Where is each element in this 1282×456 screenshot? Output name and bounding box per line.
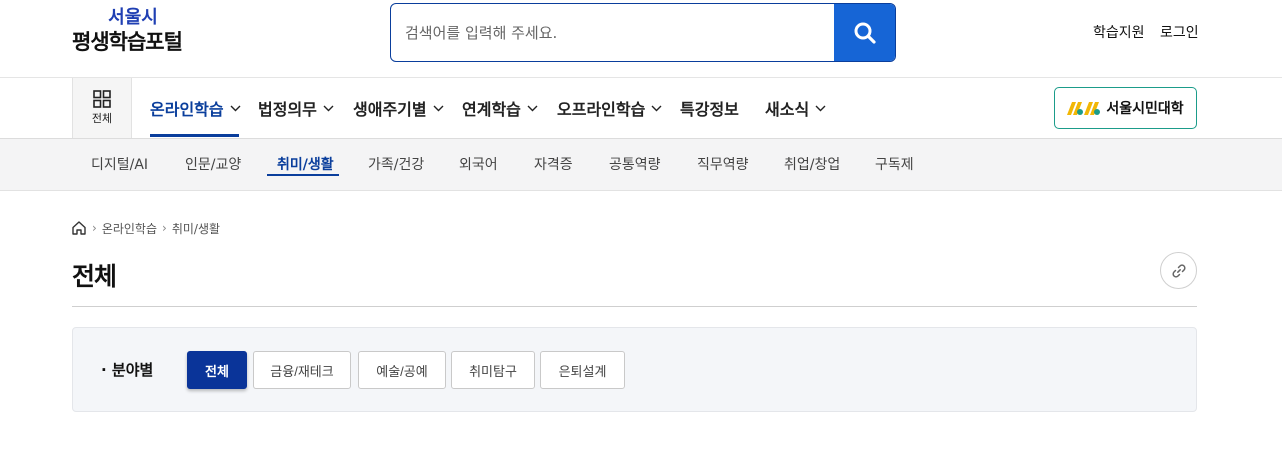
breadcrumb-item[interactable]: 온라인학습 — [102, 220, 157, 237]
subnav-item-common-competency[interactable]: 공통역량 — [609, 139, 661, 189]
all-menu-button[interactable]: 전체 — [72, 78, 132, 138]
subnav-item-hobby-life[interactable]: 취미/생활 — [277, 139, 334, 189]
chevron-down-icon — [651, 105, 662, 112]
university-logo-icon — [1067, 100, 1101, 116]
page-title: 전체 — [72, 262, 117, 291]
chevron-down-icon — [230, 105, 241, 112]
gnb-item-label: 법정의무 — [258, 100, 317, 119]
search-button[interactable] — [834, 4, 895, 61]
filter-chip-arts-crafts[interactable]: 예술/공예 — [358, 351, 446, 389]
chevron-down-icon — [323, 105, 334, 112]
subnav-item-job-competency[interactable]: 직무역량 — [697, 139, 749, 189]
breadcrumb-separator-icon: › — [92, 221, 97, 235]
gnb-item-offline-learning[interactable]: 오프라인학습 — [557, 78, 662, 138]
search-box — [390, 3, 896, 62]
login-link[interactable]: 로그인 — [1160, 22, 1199, 42]
home-icon[interactable] — [71, 220, 87, 236]
search-icon — [853, 21, 877, 45]
site-header: 서울시 평생학습포털 학습지원 로그인 — [0, 0, 1282, 78]
active-menu-underline — [150, 134, 239, 137]
title-divider — [72, 306, 1197, 307]
logo-bottom-text: 평생학습포털 — [72, 30, 183, 54]
filter-chip-finance[interactable]: 금융/재테크 — [253, 351, 351, 389]
breadcrumb-separator-icon: › — [162, 221, 167, 235]
site-logo[interactable]: 서울시 평생학습포털 — [72, 8, 194, 56]
gnb-item-legal-duty[interactable]: 법정의무 — [258, 78, 334, 138]
gnb-item-label: 새소식 — [765, 100, 810, 119]
all-menu-label: 전체 — [91, 112, 113, 125]
chevron-down-icon — [527, 105, 538, 112]
gnb-item-label: 오프라인학습 — [557, 100, 646, 119]
seoul-citizen-university-button[interactable]: 서울시민대학 — [1054, 87, 1197, 129]
chevron-down-icon — [815, 105, 826, 112]
gnb-item-online-learning[interactable]: 온라인학습 — [150, 78, 241, 138]
gnb-item-label: 생애주기별 — [353, 100, 427, 119]
gnb-item-life-cycle[interactable]: 생애주기별 — [353, 78, 444, 138]
main-navigation: 전체 온라인학습 법정의무 생애주기별 연계학습 오프라인학습 특강정보 새소식 — [0, 78, 1282, 139]
gnb-item-linked-learning[interactable]: 연계학습 — [462, 78, 538, 138]
filter-chip-retirement-planning[interactable]: 은퇴설계 — [540, 351, 625, 389]
subnav-item-family-health[interactable]: 가족/건강 — [368, 139, 424, 189]
gnb-item-label: 연계학습 — [462, 100, 521, 119]
university-button-label: 서울시민대학 — [1106, 101, 1184, 117]
gnb-item-news[interactable]: 새소식 — [765, 78, 826, 138]
breadcrumb: › 온라인학습 › 취미/생활 — [71, 218, 220, 238]
subnav-item-digital-ai[interactable]: 디지털/AI — [91, 139, 148, 189]
filter-chip-all[interactable]: 전체 — [187, 351, 247, 389]
grid-icon — [93, 90, 111, 108]
copy-link-button[interactable] — [1160, 252, 1197, 289]
logo-top-text: 서울시 — [108, 7, 158, 28]
active-subnav-underline — [267, 174, 339, 176]
link-icon — [1171, 263, 1187, 279]
subnav-item-foreign-language[interactable]: 외국어 — [459, 139, 498, 189]
gnb-item-label: 온라인학습 — [150, 100, 224, 119]
gnb-item-special-lecture[interactable]: 특강정보 — [680, 78, 739, 138]
sub-navigation: 디지털/AI 인문/교양 취미/생활 가족/건강 외국어 자격증 공통역량 직무… — [0, 139, 1282, 191]
filter-chip-hobby-exploration[interactable]: 취미탐구 — [451, 351, 535, 389]
chevron-down-icon — [433, 105, 444, 112]
search-input[interactable] — [391, 4, 835, 61]
subnav-item-humanities[interactable]: 인문/교양 — [185, 139, 241, 189]
subnav-item-certificate[interactable]: 자격증 — [534, 139, 573, 189]
subnav-item-employment-startup[interactable]: 취업/창업 — [784, 139, 840, 189]
learning-support-link[interactable]: 학습지원 — [1093, 22, 1145, 42]
category-filter: · 분야별 전체 금융/재테크 예술/공예 취미탐구 은퇴설계 — [72, 327, 1197, 412]
subnav-item-subscription[interactable]: 구독제 — [875, 139, 914, 189]
filter-label: · 분야별 — [101, 361, 154, 379]
gnb-item-label: 특강정보 — [680, 100, 739, 119]
breadcrumb-item[interactable]: 취미/생활 — [172, 220, 220, 237]
